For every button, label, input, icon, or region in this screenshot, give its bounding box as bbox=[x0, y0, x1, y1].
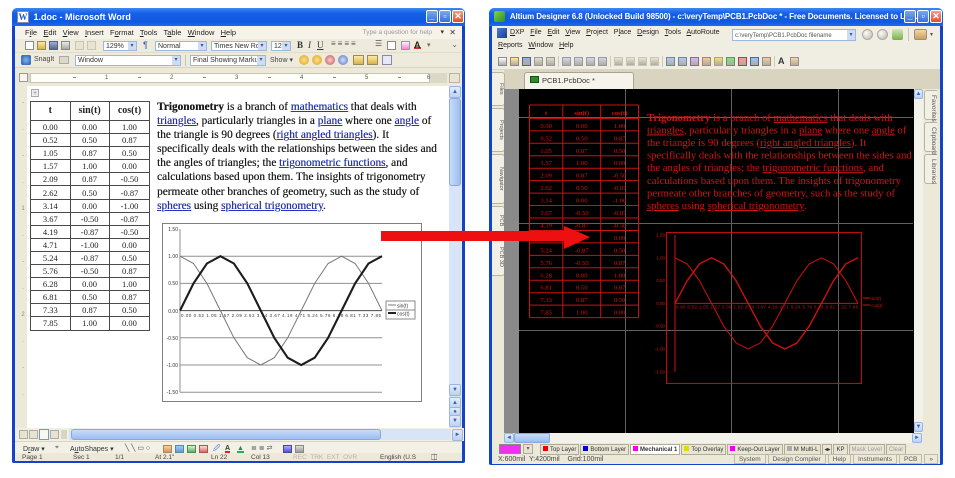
svg-text:1.57: 1.57 bbox=[540, 160, 552, 167]
svg-text:1.00: 1.00 bbox=[614, 272, 626, 279]
svg-text:0.87: 0.87 bbox=[576, 297, 588, 304]
svg-text:t: t bbox=[545, 110, 548, 117]
svg-text:0.00 0.52 1.05 1.57 2.09 2.62: 0.00 0.52 1.05 1.57 2.09 2.62 3.14 3.67 … bbox=[181, 313, 382, 318]
svg-text:1.05: 1.05 bbox=[540, 148, 552, 155]
svg-text:0.00: 0.00 bbox=[540, 123, 552, 130]
svg-text:5.76: 5.76 bbox=[540, 260, 552, 267]
svg-text:-0.50: -0.50 bbox=[575, 210, 589, 217]
svg-text:0.50: 0.50 bbox=[576, 285, 588, 292]
svg-text:1.50: 1.50 bbox=[656, 233, 665, 238]
svg-text:-0.50: -0.50 bbox=[613, 222, 627, 229]
svg-text:the triangle is 90 degrees (ri: the triangle is 90 degrees (right angled… bbox=[647, 137, 866, 149]
svg-text:2.09: 2.09 bbox=[540, 173, 552, 180]
svg-text:-0.50: -0.50 bbox=[167, 336, 179, 342]
svg-text:-0.50: -0.50 bbox=[575, 260, 589, 267]
svg-text:Trigonometry is a branch of ma: Trigonometry is a branch of mathematics … bbox=[647, 112, 893, 124]
svg-text:triangles, particularly triang: triangles, particularly triangles in a p… bbox=[647, 124, 907, 136]
svg-text:0.50: 0.50 bbox=[614, 247, 626, 254]
svg-text:7.33: 7.33 bbox=[540, 297, 552, 304]
svg-text:permeate other branches of geo: permeate other branches of geometry, suc… bbox=[647, 187, 895, 199]
svg-text:0.50: 0.50 bbox=[614, 148, 626, 155]
svg-text:-1.50: -1.50 bbox=[167, 390, 179, 396]
svg-text:1.00: 1.00 bbox=[614, 123, 626, 130]
svg-text:specifically deals with the re: specifically deals with the relationship… bbox=[647, 150, 912, 162]
svg-text:cos(t): cos(t) bbox=[397, 312, 410, 318]
svg-text:0.87: 0.87 bbox=[614, 260, 626, 267]
svg-text:0.00: 0.00 bbox=[576, 198, 588, 205]
svg-text:0.50: 0.50 bbox=[656, 278, 665, 283]
svg-text:0.00: 0.00 bbox=[614, 160, 626, 167]
svg-text:2.62: 2.62 bbox=[540, 185, 552, 192]
svg-text:-0.50: -0.50 bbox=[655, 324, 666, 329]
svg-text:0.00: 0.00 bbox=[656, 301, 665, 306]
svg-text:0.50: 0.50 bbox=[576, 135, 588, 142]
svg-text:0.00: 0.00 bbox=[576, 123, 588, 130]
svg-text:0.00 0.52 1.05 1.57 2.09 2.62: 0.00 0.52 1.05 1.57 2.09 2.62 3.14 3.67 … bbox=[676, 305, 859, 310]
svg-text:1.50: 1.50 bbox=[168, 227, 178, 233]
svg-text:3.67: 3.67 bbox=[540, 210, 552, 217]
svg-text:7.85: 7.85 bbox=[540, 310, 552, 317]
svg-text:the angles of triangles; the t: the angles of triangles; the trigonometr… bbox=[647, 162, 885, 174]
svg-text:1.00: 1.00 bbox=[576, 310, 588, 317]
svg-text:-1.50: -1.50 bbox=[655, 369, 666, 374]
svg-text:0.00: 0.00 bbox=[168, 309, 178, 315]
svg-text:-0.50: -0.50 bbox=[613, 173, 627, 180]
svg-text:cos(t): cos(t) bbox=[871, 303, 883, 308]
svg-text:sin(t): sin(t) bbox=[574, 110, 589, 117]
svg-text:cos(t): cos(t) bbox=[612, 110, 627, 117]
svg-text:0.50: 0.50 bbox=[576, 185, 588, 192]
svg-text:0.87: 0.87 bbox=[614, 285, 626, 292]
svg-text:3.14: 3.14 bbox=[540, 198, 552, 205]
svg-text:1.00: 1.00 bbox=[168, 254, 178, 260]
svg-text:-1.00: -1.00 bbox=[613, 198, 627, 205]
svg-text:0.50: 0.50 bbox=[614, 297, 626, 304]
svg-text:0.87: 0.87 bbox=[576, 148, 588, 155]
svg-text:1.00: 1.00 bbox=[576, 160, 588, 167]
svg-text:sin(t): sin(t) bbox=[397, 304, 408, 310]
svg-text:6.28: 6.28 bbox=[540, 272, 552, 279]
svg-text:-1.00: -1.00 bbox=[655, 347, 666, 352]
svg-text:0.00: 0.00 bbox=[614, 235, 626, 242]
svg-text:calculations based upon them.: calculations based upon them. The insigh… bbox=[647, 175, 902, 187]
svg-text:0.00: 0.00 bbox=[614, 310, 626, 317]
svg-text:0.87: 0.87 bbox=[614, 135, 626, 142]
svg-text:0.87: 0.87 bbox=[576, 173, 588, 180]
svg-text:0.00: 0.00 bbox=[576, 272, 588, 279]
svg-text:-0.87: -0.87 bbox=[613, 210, 627, 217]
svg-text:1.00: 1.00 bbox=[656, 255, 665, 260]
svg-text:sin(t): sin(t) bbox=[871, 296, 882, 301]
svg-text:0.52: 0.52 bbox=[540, 135, 552, 142]
svg-text:0.50: 0.50 bbox=[168, 281, 178, 287]
svg-text:-0.87: -0.87 bbox=[613, 185, 627, 192]
svg-text:6.81: 6.81 bbox=[540, 285, 552, 292]
svg-text:-1.00: -1.00 bbox=[167, 363, 179, 369]
svg-text:spheres using spherical trigon: spheres using spherical trigonometry. bbox=[647, 200, 807, 212]
